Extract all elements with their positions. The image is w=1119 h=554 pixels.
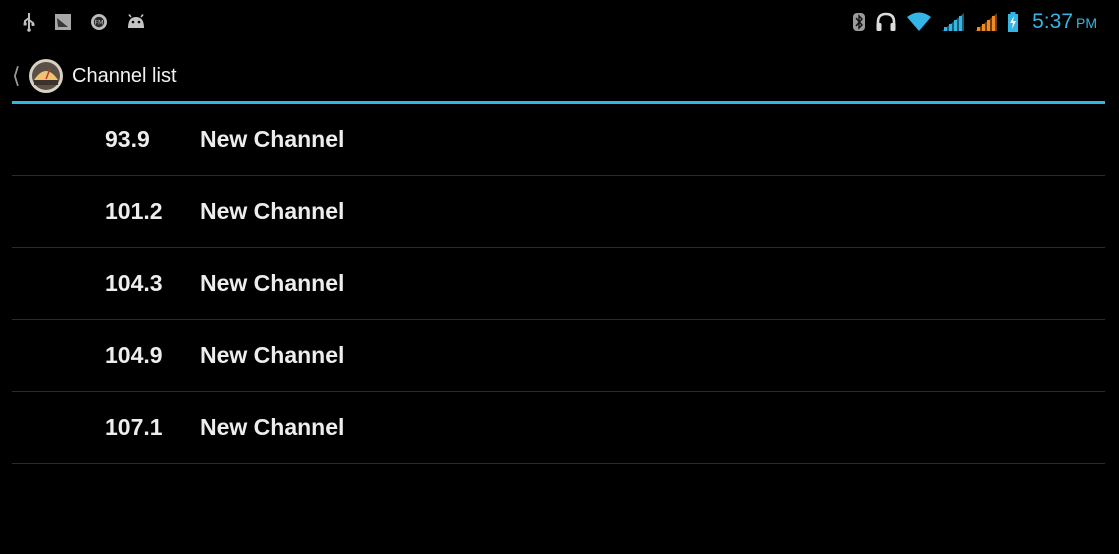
wifi-icon [906, 11, 932, 33]
notification-icons: FM [22, 11, 146, 33]
radio-app-icon[interactable] [28, 58, 64, 94]
page-title: Channel list [72, 64, 177, 87]
channel-name: New Channel [200, 270, 345, 296]
status-bar: FM 5:37 PM [0, 0, 1119, 44]
channel-frequency: 104.3 [105, 270, 163, 296]
channel-row[interactable]: 104.9 New Channel [12, 320, 1105, 392]
status-clock: 5:37 PM [1032, 10, 1097, 34]
headset-icon [875, 11, 897, 33]
android-icon [126, 11, 146, 33]
channel-name: New Channel [200, 198, 345, 224]
fm-radio-icon: FM [90, 11, 108, 33]
usb-icon [22, 11, 36, 33]
screenshot-icon [54, 11, 72, 33]
clock-ampm: PM [1076, 15, 1097, 31]
channel-row[interactable]: 101.2 New Channel [12, 176, 1105, 248]
clock-time: 5:37 [1032, 10, 1073, 33]
channel-frequency: 104.9 [105, 342, 163, 368]
svg-text:FM: FM [94, 19, 103, 27]
channel-name: New Channel [200, 414, 345, 440]
up-navigation-icon[interactable]: ⟨ [12, 63, 26, 89]
system-indicators: 5:37 PM [852, 10, 1097, 34]
channel-frequency: 107.1 [105, 414, 163, 440]
battery-charging-icon [1007, 11, 1019, 33]
channel-name: New Channel [200, 342, 345, 368]
channel-list: 93.9 New Channel 101.2 New Channel 104.3… [12, 104, 1105, 464]
channel-frequency: 93.9 [105, 126, 150, 152]
signal-icon-2 [974, 11, 998, 33]
channel-row[interactable]: 104.3 New Channel [12, 248, 1105, 320]
signal-icon [941, 11, 965, 33]
bluetooth-icon [852, 11, 866, 33]
channel-frequency: 101.2 [105, 198, 163, 224]
action-bar: ⟨ Channel list [0, 50, 1119, 102]
channel-row[interactable]: 107.1 New Channel [12, 392, 1105, 464]
channel-name: New Channel [200, 126, 345, 152]
channel-row[interactable]: 93.9 New Channel [12, 104, 1105, 176]
